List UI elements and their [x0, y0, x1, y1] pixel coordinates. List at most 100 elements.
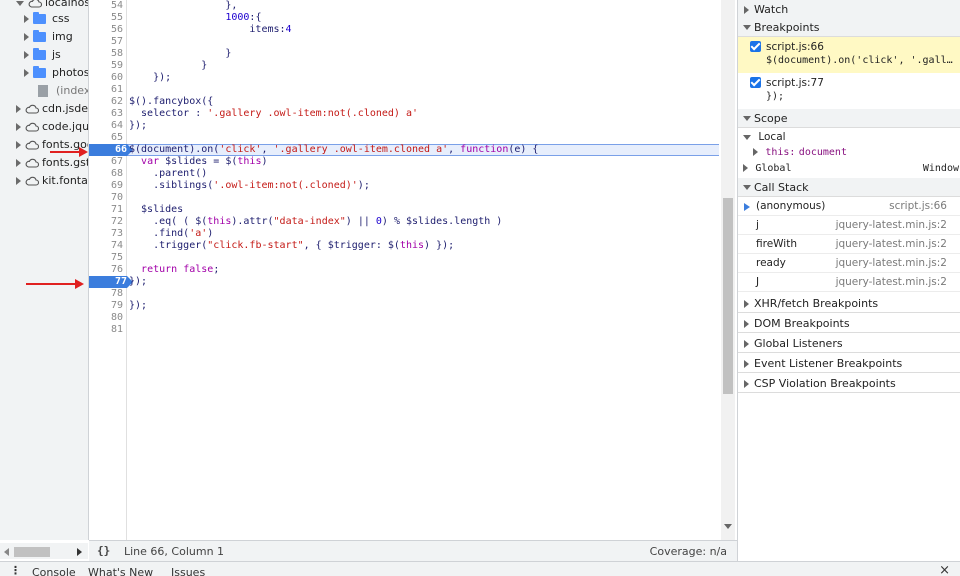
line-number[interactable]: 64: [89, 120, 123, 132]
coverage-status[interactable]: Coverage: n/a: [650, 545, 727, 558]
expand-arrow-icon[interactable]: [16, 159, 21, 167]
line-number[interactable]: 59: [89, 60, 123, 72]
breakpoint-checkbox[interactable]: [750, 41, 761, 52]
collapsed-section[interactable]: CSP Violation Breakpoints: [738, 374, 960, 393]
line-number[interactable]: 62: [89, 96, 123, 108]
line-number[interactable]: 80: [89, 312, 123, 324]
code-line[interactable]: });: [129, 276, 147, 288]
code-line[interactable]: var $slides = $(this): [129, 156, 267, 168]
line-number[interactable]: 68: [89, 168, 123, 180]
tree-item[interactable]: cdn.jsdelivr.net: [16, 100, 88, 118]
scope-global[interactable]: Global Window: [743, 161, 960, 176]
section-breakpoints[interactable]: Breakpoints: [738, 18, 960, 37]
call-frame-location[interactable]: script.js:66: [889, 197, 947, 216]
code-line[interactable]: }: [129, 48, 231, 60]
code-line[interactable]: });: [129, 72, 171, 84]
line-number[interactable]: 60: [89, 72, 123, 84]
collapsed-section[interactable]: DOM Breakpoints: [738, 314, 960, 333]
expand-arrow-icon[interactable]: [24, 69, 29, 77]
line-number[interactable]: 55: [89, 12, 123, 24]
expand-arrow-icon[interactable]: [24, 51, 29, 59]
drawer-menu-icon[interactable]: ⋮: [10, 564, 21, 576]
line-number[interactable]: 76: [89, 264, 123, 276]
tree-item[interactable]: (index): [38, 82, 88, 100]
collapsed-section[interactable]: Event Listener Breakpoints: [738, 354, 960, 373]
scroll-left-icon[interactable]: [4, 548, 9, 556]
line-number[interactable]: 58: [89, 48, 123, 60]
call-frame-location[interactable]: jquery-latest.min.js:2: [836, 235, 947, 254]
line-number[interactable]: 73: [89, 228, 123, 240]
breakpoint-item[interactable]: script.js:77 });: [738, 73, 960, 109]
collapse-arrow-icon[interactable]: [16, 0, 24, 6]
code-line[interactable]: }: [129, 60, 207, 72]
expand-arrow-icon[interactable]: [24, 15, 29, 23]
breakpoint-marker[interactable]: 66: [89, 144, 133, 156]
line-number[interactable]: 70: [89, 192, 123, 204]
code-line[interactable]: $().fancybox({: [129, 96, 213, 108]
line-number[interactable]: 61: [89, 84, 123, 96]
collapsed-section[interactable]: XHR/fetch Breakpoints: [738, 294, 960, 313]
pretty-print-icon[interactable]: {}: [97, 544, 110, 557]
call-frame[interactable]: j jquery-latest.min.js:2: [738, 216, 960, 235]
line-number[interactable]: 79: [89, 300, 123, 312]
code-line[interactable]: selector : '.gallery .owl-item:not(.clon…: [129, 108, 418, 120]
tab-issues[interactable]: Issues: [171, 566, 205, 576]
code-line[interactable]: .find('a'): [129, 228, 213, 240]
code-line[interactable]: .siblings('.owl-item:not(.cloned)');: [129, 180, 370, 192]
line-number[interactable]: 63: [89, 108, 123, 120]
call-frame[interactable]: fireWith jquery-latest.min.js:2: [738, 235, 960, 254]
scope-this-row[interactable]: this: document: [753, 145, 847, 160]
expand-arrow-icon[interactable]: [16, 105, 21, 113]
tree-item[interactable]: css: [24, 10, 70, 28]
line-number[interactable]: 69: [89, 180, 123, 192]
code-line[interactable]: .eq( ( $(this).attr("data-index") || 0) …: [129, 216, 502, 228]
section-watch[interactable]: Watch: [738, 0, 960, 19]
tab-whats-new[interactable]: What's New: [88, 566, 153, 576]
line-number[interactable]: 75: [89, 252, 123, 264]
call-frame[interactable]: ready jquery-latest.min.js:2: [738, 254, 960, 273]
code-line[interactable]: 1000:{: [129, 12, 261, 24]
expand-arrow-icon[interactable]: [16, 177, 21, 185]
tree-item[interactable]: photos: [24, 64, 88, 82]
scroll-down-icon[interactable]: [724, 524, 732, 529]
code-line[interactable]: },: [129, 0, 237, 12]
call-frame[interactable]: Jjquery-latest.min.js:2: [738, 273, 960, 292]
editor-scroll-thumb[interactable]: [723, 198, 733, 394]
line-number[interactable]: 72: [89, 216, 123, 228]
code-line[interactable]: items:4: [129, 24, 291, 36]
line-number[interactable]: 67: [89, 156, 123, 168]
code-line[interactable]: .trigger("click.fb-start", { $trigger: $…: [129, 240, 454, 252]
call-frame-location[interactable]: jquery-latest.min.js:2: [836, 216, 947, 235]
call-frame-location[interactable]: jquery-latest.min.js:2: [836, 273, 947, 292]
tree-item[interactable]: js: [24, 46, 61, 64]
expand-arrow-icon[interactable]: [16, 141, 21, 149]
code-line[interactable]: });: [129, 120, 147, 132]
section-call-stack[interactable]: Call Stack: [738, 178, 960, 197]
tree-item[interactable]: code.jquery.com: [16, 118, 88, 136]
breakpoint-checkbox[interactable]: [750, 77, 761, 88]
tab-console[interactable]: Console: [32, 566, 76, 576]
code-line[interactable]: $slides: [129, 204, 183, 216]
call-frame[interactable]: (anonymous) script.js:66: [738, 197, 960, 216]
collapsed-section[interactable]: Global Listeners: [738, 334, 960, 353]
code-line[interactable]: return false;: [129, 264, 219, 276]
scope-local[interactable]: Local: [743, 130, 786, 145]
code-line[interactable]: .parent(): [129, 168, 207, 180]
line-number[interactable]: 78: [89, 288, 123, 300]
tree-item[interactable]: kit.fontawesome.com: [16, 172, 88, 190]
line-number[interactable]: 65: [89, 132, 123, 144]
breakpoint-item[interactable]: script.js:66 $(document).on('click', '.g…: [738, 37, 960, 73]
line-number[interactable]: 71: [89, 204, 123, 216]
line-number[interactable]: 56: [89, 24, 123, 36]
code-line[interactable]: $(document).on('click', '.gallery .owl-i…: [129, 144, 538, 156]
expand-arrow-icon[interactable]: [16, 123, 21, 131]
code-line[interactable]: });: [129, 300, 147, 312]
tree-item[interactable]: img: [24, 28, 73, 46]
close-drawer-icon[interactable]: ×: [939, 563, 950, 576]
line-number[interactable]: 81: [89, 324, 123, 336]
expand-arrow-icon[interactable]: [24, 33, 29, 41]
line-number[interactable]: 74: [89, 240, 123, 252]
scroll-right-icon[interactable]: [77, 548, 82, 556]
section-scope[interactable]: Scope: [738, 109, 960, 128]
line-number[interactable]: 54: [89, 0, 123, 12]
